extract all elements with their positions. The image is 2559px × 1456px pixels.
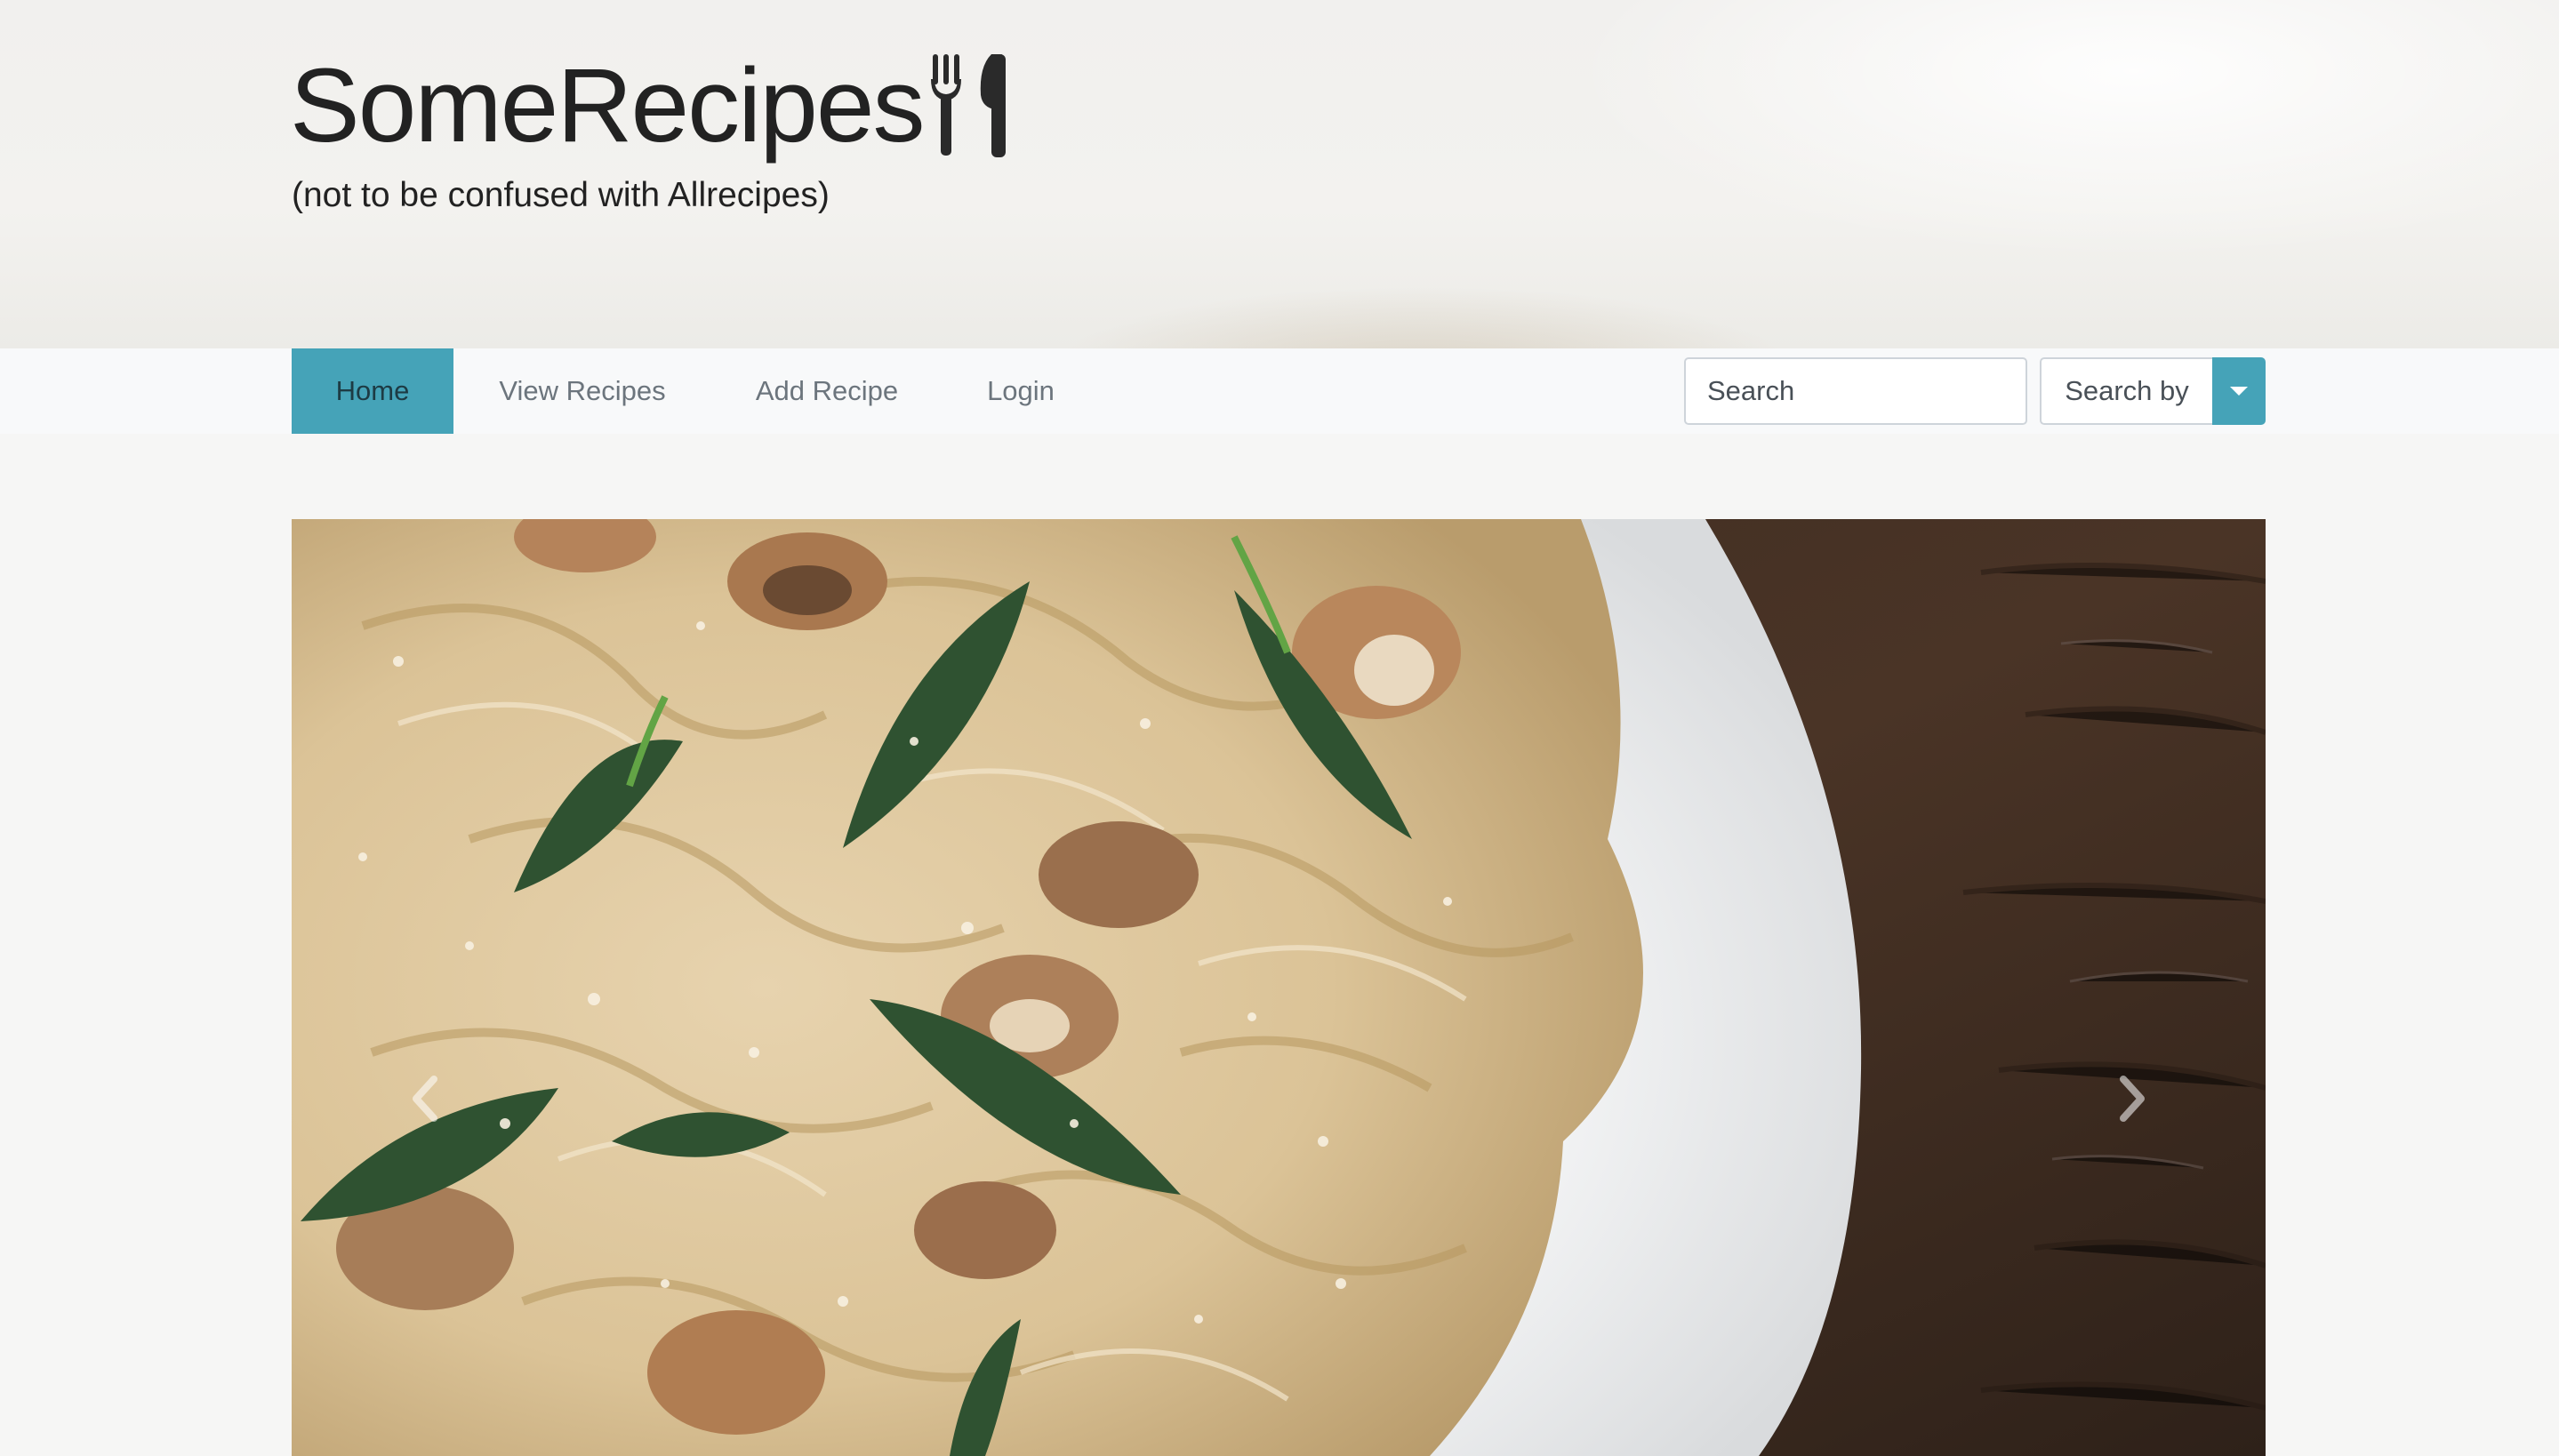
nav-add-recipe[interactable]: Add Recipe <box>729 348 925 434</box>
header: SomeRecipes (not to be confused with All… <box>0 0 2559 348</box>
search-by-toggle[interactable] <box>2212 357 2266 425</box>
image-carousel <box>292 519 2266 1456</box>
carousel-next-button[interactable] <box>1999 519 2266 1456</box>
search-by-button[interactable]: Search by <box>2040 357 2212 425</box>
tagline: (not to be confused with Allrecipes) <box>292 176 830 214</box>
pasta-dish-image <box>292 519 2266 1456</box>
utensils-icon <box>930 54 1006 157</box>
carousel-prev-button[interactable] <box>292 519 558 1456</box>
nav-home[interactable]: Home <box>292 348 453 434</box>
brand[interactable]: SomeRecipes <box>290 48 1016 164</box>
page: SomeRecipes (not to be confused with All… <box>0 0 2559 1456</box>
caret-down-icon <box>2230 387 2248 396</box>
chevron-right-icon <box>2120 1076 2145 1122</box>
nav-view-recipes[interactable]: View Recipes <box>468 348 697 434</box>
search-input[interactable] <box>1684 357 2027 425</box>
nav-login[interactable]: Login <box>957 348 1085 434</box>
site-title: SomeRecipes <box>290 47 926 164</box>
chevron-left-icon <box>413 1076 437 1122</box>
search-by-dropdown[interactable]: Search by <box>2040 357 2266 425</box>
